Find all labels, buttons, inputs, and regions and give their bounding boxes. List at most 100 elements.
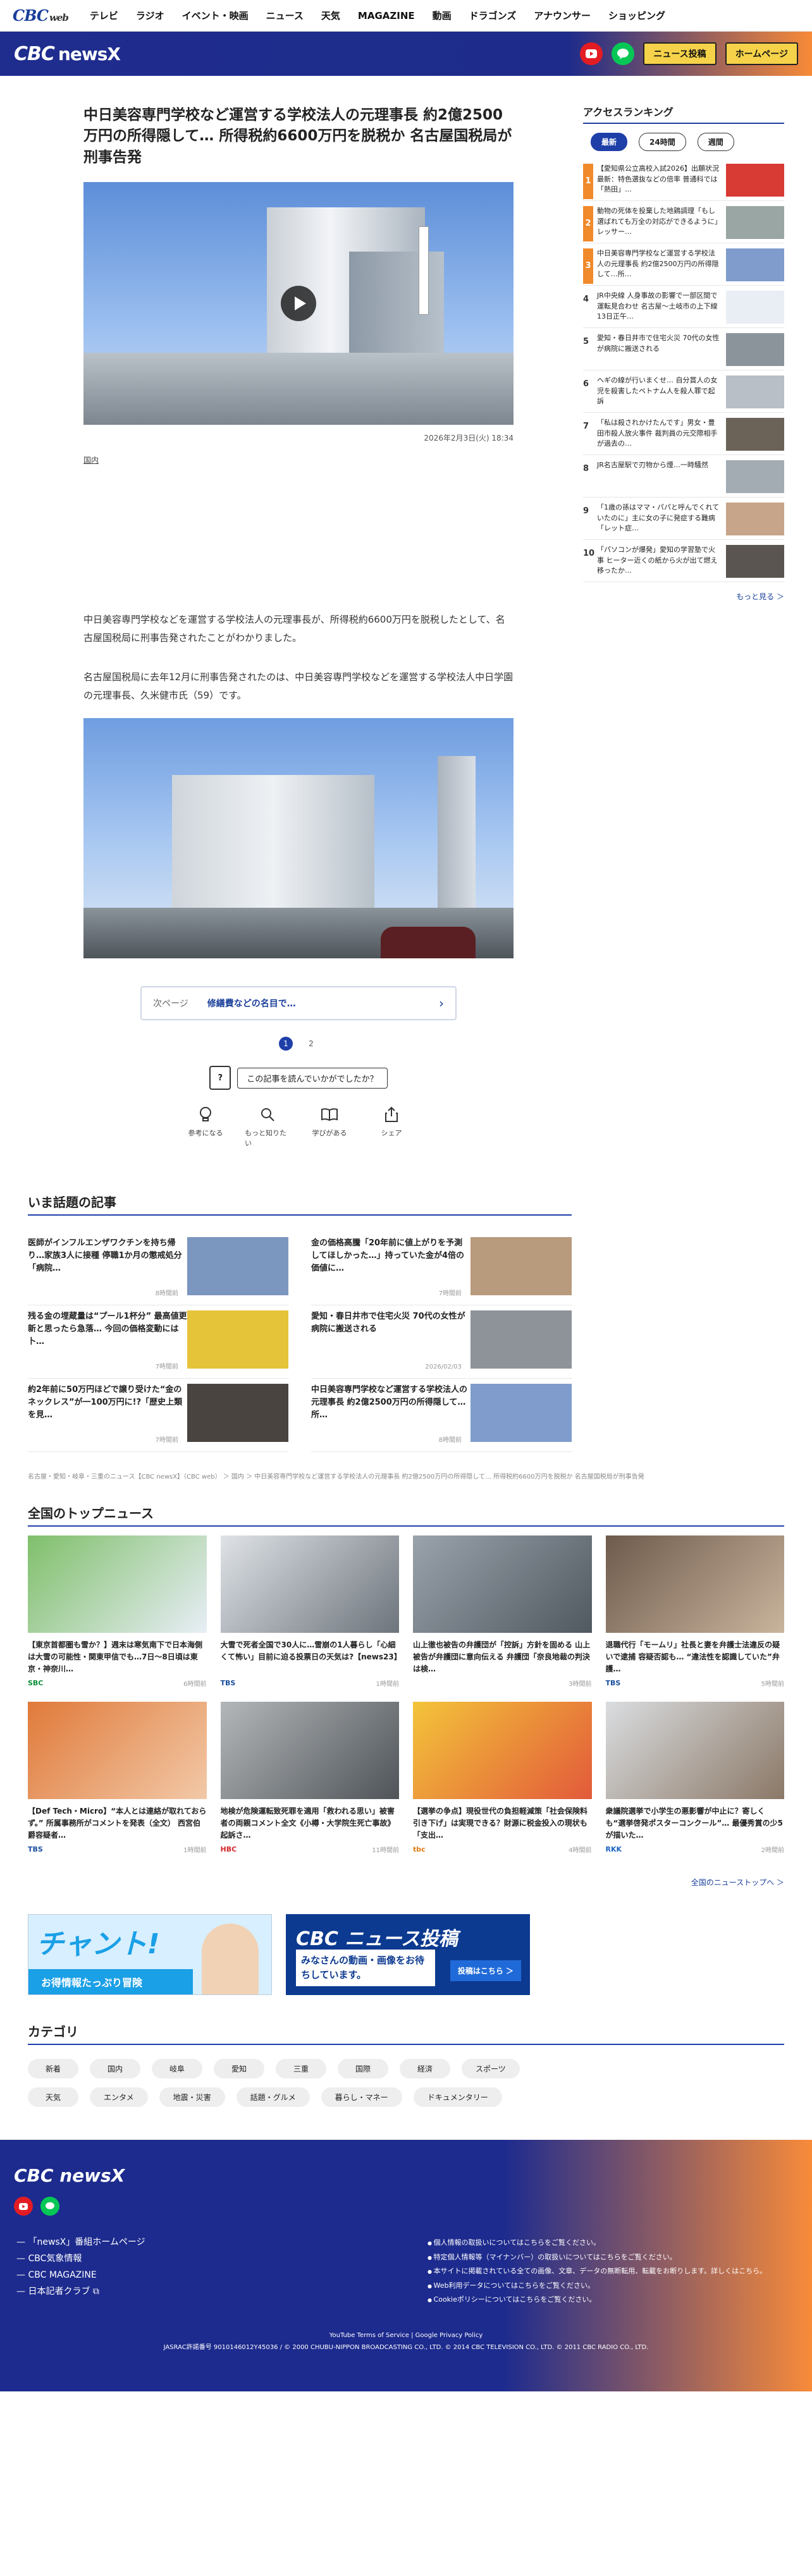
breadcrumb[interactable]: 名古屋・愛知・岐阜・三重のニュース【CBC newsX】（CBC web） ＞ … <box>28 1471 784 1480</box>
national-news-card[interactable]: 【Def Tech・Micro】“本人とは連絡が取れておらず。” 所属事務所がコ… <box>28 1702 207 1854</box>
category-chip[interactable]: ドキュメンタリー <box>413 2087 502 2108</box>
youtube-icon[interactable] <box>580 42 603 65</box>
national-news-more-link[interactable]: 全国のニューストップへ ＞ <box>28 1877 784 1888</box>
gnav-news[interactable]: ニュース <box>266 9 304 22</box>
question-icon: ? <box>209 1066 231 1090</box>
topic-item[interactable]: 約2年前に50万円ほどで譲り受けた“金のネックレス”が一100万円に!?「歴史上… <box>28 1379 288 1453</box>
ranking-item[interactable]: 3 中日美容専門学校など運営する学校法人の元理事長 約2億2500万円の所得隠して… <box>583 243 784 286</box>
ranking-item[interactable]: 5 愛知・春日井市で住宅火災 70代の女性が病院に搬送される <box>583 328 784 370</box>
presenter-photo <box>202 1924 259 1995</box>
share-button[interactable]: シェア <box>369 1105 414 1148</box>
gnav-video[interactable]: 動画 <box>433 9 452 22</box>
newsx-logo[interactable]: CBC newsX <box>14 43 121 65</box>
ranking-item[interactable]: 2 動物の死体を投棄した地鶏調理「もし選ばれても万全の対応ができるように」レッサー… <box>583 201 784 243</box>
ranking-item[interactable]: 4 JR中央線 人身事故の影響で一部区間で運転見合わせ 名古屋〜土岐市の上下線 1… <box>583 286 784 328</box>
article-paragraph: 中日美容専門学校などを運営する学校法人の元理事長が、所得税約6600万円を脱税し… <box>83 614 505 644</box>
footer-links: 「newsX」番組ホームページ CBC気象情報 CBC MAGAZINE 日本記… <box>16 2235 145 2300</box>
sidebar: アクセスランキング 最新 24時間 週間 1 【愛知県公立高校入試2026】出願状… <box>569 95 812 1148</box>
topics-section: いま話題の記事 医師がインフルエンザワクチンを持ち帰り…家族3人に接種 停職1か… <box>0 1192 812 2108</box>
category-chip[interactable]: 愛知 <box>214 2059 264 2079</box>
national-news-card[interactable]: 【選挙の争点】現役世代の負担軽減策「社会保険料引き下げ」は実現できる？財源に税金… <box>413 1702 592 1854</box>
ranking-item[interactable]: 1 【愛知県公立高校入試2026】出願状況最新：特色選抜などの倍率 普通科では「熱… <box>583 159 784 201</box>
footer-note-link[interactable]: 本サイトに掲載されている全ての画像、文章、データの無断転用、転載をお断りします。… <box>434 2267 767 2275</box>
tab-24h[interactable]: 24時間 <box>639 133 686 151</box>
category-chip[interactable]: 三重 <box>276 2059 326 2079</box>
topic-item[interactable]: 中日美容専門学校など運営する学校法人の元理事長 約2億2500万円の所得隠して…… <box>311 1379 572 1453</box>
youtube-icon[interactable] <box>14 2197 33 2216</box>
reaction-panel: ? この記事を読んでいかがでしたか？ 参考になる もっと知りたい 学びがある シ… <box>83 1066 514 1148</box>
line-icon[interactable] <box>40 2197 59 2216</box>
source-label: HBC <box>220 1845 237 1854</box>
category-chip[interactable]: 国際 <box>338 2059 388 2079</box>
news-post-button[interactable]: ニュース投稿 <box>643 42 717 65</box>
footer-logo[interactable]: CBC newsX <box>14 2165 125 2186</box>
reaction-learn-button[interactable]: 学びがある <box>307 1105 352 1148</box>
next-page-link[interactable]: 次ページ 修繕費などの名目で… › <box>140 986 457 1021</box>
footer-link[interactable]: CBC MAGAZINE <box>28 2270 96 2280</box>
reaction-more-button[interactable]: もっと知りたい <box>245 1105 290 1148</box>
tab-latest[interactable]: 最新 <box>591 133 628 151</box>
footer-link[interactable]: CBC気象情報 <box>28 2254 82 2264</box>
topic-item[interactable]: 愛知・春日井市で住宅火災 70代の女性が病院に搬送される 2026/02/03 <box>311 1305 572 1379</box>
gnav-magazine[interactable]: MAGAZINE <box>358 10 415 21</box>
category-chip[interactable]: 話題・グルメ <box>236 2087 310 2108</box>
page-1-button[interactable]: 1 <box>279 1037 293 1051</box>
article-photo <box>83 718 514 959</box>
category-chip[interactable]: エンタメ <box>90 2087 148 2108</box>
national-news-card[interactable]: 退職代行「モームリ」社長と妻を弁護士法違反の疑いで逮捕 容疑否認も… “違法性を… <box>605 1535 784 1688</box>
ranking-item[interactable]: 9 「1歳の孫はママ・パパと呼んでくれていたのに」主に女の子に発症する難病「レット… <box>583 497 784 540</box>
gnav-shopping[interactable]: ショッピング <box>608 9 665 22</box>
category-chip[interactable]: 経済 <box>400 2059 450 2079</box>
gnav-dragons[interactable]: ドラゴンズ <box>469 9 517 22</box>
footer-note-link[interactable]: 個人情報の取扱いについてはこちらをご覧ください。 <box>434 2238 600 2247</box>
topic-item[interactable]: 医師がインフルエンザワクチンを持ち帰り…家族3人に接種 停職1か月の懲戒処分「病… <box>28 1232 288 1306</box>
category-chip[interactable]: 暮らし・マネー <box>321 2087 402 2108</box>
cbc-web-logo[interactable]: CBC web <box>13 6 69 25</box>
category-chip[interactable]: 天気 <box>28 2087 78 2108</box>
gnav-announcer[interactable]: アナウンサー <box>534 9 591 22</box>
policy-links[interactable]: YouTube Terms of Service | Google Privac… <box>0 2329 812 2341</box>
category-chip[interactable]: 岐阜 <box>152 2059 202 2079</box>
chant-banner[interactable]: チャント! お得情報たっぷり冒険 <box>28 1914 272 1996</box>
gnav-radio[interactable]: ラジオ <box>136 9 164 22</box>
footer-note-link[interactable]: 特定個人情報等（マイナンバー）の取扱いについてはこちらをご覧ください。 <box>434 2253 677 2261</box>
reaction-helpful-button[interactable]: 参考になる <box>183 1105 228 1148</box>
footer-link[interactable]: 日本記者クラブ <box>28 2286 90 2297</box>
national-news-card[interactable]: 衆議院選挙で小学生の悪影響が中止に？寄しくも“選挙啓発ポスターコンクール”… 最… <box>605 1702 784 1854</box>
ranking-item[interactable]: 6 ヘギの線が行いまくせ… 自分賞人の女児を殺害したベトナム人を殺人罪で起訴 <box>583 370 784 413</box>
tab-weekly[interactable]: 週間 <box>697 133 734 151</box>
gnav-tv[interactable]: テレビ <box>90 9 118 22</box>
category-chip[interactable]: スポーツ <box>462 2059 520 2079</box>
gnav-weather[interactable]: 天気 <box>321 9 340 22</box>
national-news-card[interactable]: 地検が危険運転致死罪を適用「救われる思い」被害者の両親コメント全文《小樽・大学院… <box>220 1702 399 1854</box>
external-link-icon: ⧉ <box>92 2286 99 2297</box>
category-chip[interactable]: 国内 <box>90 2059 140 2079</box>
source-label: SBC <box>28 1679 44 1688</box>
play-icon[interactable] <box>281 286 316 322</box>
national-news-card[interactable]: 【東京首都圏も雪か？】週末は寒気南下で日本海側は大雪の可能性・関東甲信でも…7日… <box>28 1535 207 1688</box>
category-chip[interactable]: 新着 <box>28 2059 78 2079</box>
category-chip[interactable]: 地震・災害 <box>159 2087 225 2108</box>
line-icon[interactable] <box>612 42 635 65</box>
article-category-link[interactable]: 国内 <box>83 455 569 465</box>
footer-note-link[interactable]: Cookieポリシーについてはこちらをご覧ください。 <box>434 2295 596 2304</box>
topic-item[interactable]: 金の価格高騰「20年前に値上がりを予測してほしかった…」持っていた金が4倍の価値… <box>311 1232 572 1306</box>
ranking-item[interactable]: 7 「私は殺されかけたんです」男女・豊田市殺人放火事件 裁判員の元交際相手が過去の… <box>583 413 784 455</box>
ranking-item[interactable]: 10 「パソコンが爆発」愛知の学習塾で火事 ヒーター近くの紙から火が出て燃え移った… <box>583 540 784 582</box>
topics-title: いま話題の記事 <box>28 1192 572 1216</box>
ranking-item[interactable]: 8 JR名古屋駅で刃物から煙…一時騒然 <box>583 455 784 497</box>
footer: CBC newsX 「newsX」番組ホームページ CBC気象情報 CBC MA… <box>0 2140 812 2392</box>
footer-link[interactable]: 「newsX」番組ホームページ <box>28 2237 145 2247</box>
gnav-event[interactable]: イベント・映画 <box>182 9 249 22</box>
news-post-banner[interactable]: CBC ニュース投稿 みなさんの動画・画像をお待ちしています。 投稿はこちら ＞ <box>286 1914 530 1996</box>
ranking-more-link[interactable]: もっと見る ＞ <box>583 591 784 602</box>
article-video[interactable] <box>83 182 514 425</box>
national-news-card[interactable]: 大雪で死者全国で30人に…雪崩の1人暮らし「心細くて怖い」目前に迫る投票日の天気… <box>220 1535 399 1688</box>
national-news-card[interactable]: 山上徹也被告の弁護団が「控訴」方針を固める 山上被告が弁護団に意向伝える 弁護団… <box>413 1535 592 1688</box>
topic-item[interactable]: 残る金の埋蔵量は“プール1杯分” 最高値更新と思ったら急落… 今回の価格変動には… <box>28 1305 288 1379</box>
article-paragraph: 名古屋国税局に去年12月に刑事告発されたのは、中日美容専門学校などを運営する学校… <box>83 671 514 701</box>
homepage-button[interactable]: ホームページ <box>725 42 798 65</box>
page-2-button[interactable]: 2 <box>304 1037 318 1051</box>
footer-note-link[interactable]: Web利用データについてはこちらをご覧ください。 <box>434 2281 594 2290</box>
category-title: カテゴリ <box>28 2022 784 2046</box>
